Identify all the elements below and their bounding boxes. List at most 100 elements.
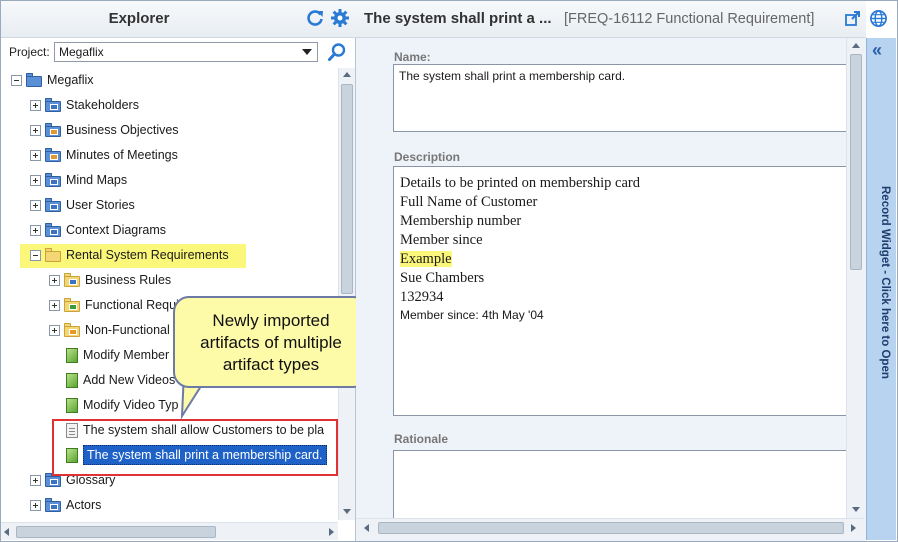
scroll-up-icon[interactable] (343, 72, 351, 77)
scroll-up-icon[interactable] (852, 43, 860, 48)
tree-item-label: Functional Requi (85, 298, 179, 312)
scroll-left-icon[interactable] (4, 528, 9, 536)
form-vertical-scrollbar[interactable] (846, 38, 864, 518)
scroll-down-icon[interactable] (343, 509, 351, 514)
description-label: Description (394, 150, 461, 164)
tree-item-label: Modify Member (83, 348, 170, 362)
project-label: Project: (9, 45, 50, 59)
tree-item-label: Minutes of Meetings (66, 148, 178, 162)
expand-icon[interactable] (49, 324, 60, 336)
refresh-icon[interactable] (305, 8, 325, 28)
description-field[interactable]: Details to be printed on membership card… (393, 166, 847, 416)
project-select-value: Megaflix (59, 45, 104, 59)
scroll-thumb[interactable] (16, 526, 216, 538)
tree-item-modify-video-type[interactable]: Modify Video Typ (66, 394, 178, 416)
business-rules-folder-icon (64, 273, 81, 287)
expand-icon[interactable] (30, 474, 41, 486)
tree-horizontal-scrollbar[interactable] (0, 522, 338, 540)
tree-item-business-rules[interactable]: Business Rules (49, 269, 171, 291)
tree-item-label: Add New Videos (83, 373, 176, 387)
collapse-icon[interactable] (11, 74, 22, 86)
tree-vertical-scrollbar[interactable] (338, 68, 355, 520)
tree-item-business-objectives[interactable]: Business Objectives (30, 119, 179, 141)
record-header: The system shall print a ... [FREQ-16112… (356, 0, 866, 38)
record-form: Name: The system shall print a membershi… (356, 38, 850, 530)
gear-icon[interactable] (330, 8, 350, 28)
double-chevron-left-icon[interactable]: « (872, 40, 882, 61)
tree-item-mind-maps[interactable]: Mind Maps (30, 169, 127, 191)
requirement-icon (66, 372, 78, 388)
tree-item-label: Business Objectives (66, 123, 179, 137)
expand-icon[interactable] (30, 224, 41, 236)
chevron-down-icon (302, 49, 312, 55)
tree-item-label: Non-Functional (85, 323, 170, 337)
tree-item-modify-member[interactable]: Modify Member (66, 344, 169, 366)
expand-icon[interactable] (49, 299, 60, 311)
scroll-thumb[interactable] (378, 522, 844, 534)
tree-item-label: Mind Maps (66, 173, 128, 187)
stakeholders-folder-icon (45, 98, 62, 112)
rationale-label: Rationale (394, 432, 449, 446)
search-icon[interactable] (327, 42, 347, 62)
expand-icon[interactable] (30, 174, 41, 186)
expand-icon[interactable] (30, 149, 41, 161)
functional-folder-icon (64, 298, 81, 312)
tree-item-stakeholders[interactable]: Stakeholders (30, 94, 139, 116)
tree-item-non-functional[interactable]: Non-Functional (49, 319, 170, 341)
description-line-highlighted: Example (400, 251, 452, 267)
scroll-right-icon[interactable] (329, 528, 334, 536)
record-subtitle: [FREQ-16112 Functional Requirement] (564, 11, 815, 27)
scroll-left-icon[interactable] (364, 524, 369, 532)
form-horizontal-scrollbar[interactable] (356, 518, 864, 536)
meetings-folder-icon (45, 148, 62, 162)
record-widget-strip[interactable]: « Record Widget - Click here to Open (866, 38, 896, 540)
tree-item-minutes-of-meetings[interactable]: Minutes of Meetings (30, 144, 178, 166)
name-field[interactable]: The system shall print a membership card… (393, 64, 847, 132)
scroll-right-icon[interactable] (851, 524, 856, 532)
mind-maps-folder-icon (45, 173, 62, 187)
tree-item-label: User Stories (66, 198, 135, 212)
tree-item-add-new-videos[interactable]: Add New Videos (66, 369, 175, 391)
requirement-icon (66, 347, 78, 363)
callout-line: Newly imported (212, 311, 330, 330)
non-functional-folder-icon (64, 323, 81, 337)
project-row: Project: Megaflix (0, 40, 356, 66)
scroll-thumb[interactable] (341, 84, 353, 294)
callout-line: artifacts of multiple (200, 333, 342, 352)
explorer-title: Explorer (108, 10, 170, 27)
tree-root[interactable]: Megaflix (11, 69, 94, 91)
record-title: The system shall print a ... (364, 10, 552, 27)
tree-item-functional-requirements[interactable]: Functional Requi (49, 294, 179, 316)
actors-folder-icon (45, 498, 62, 512)
tree-item-label: Rental System Requirements (66, 248, 229, 262)
expand-icon[interactable] (30, 99, 41, 111)
context-diagrams-folder-icon (45, 223, 62, 237)
description-line: Membership number (400, 213, 522, 229)
user-stories-folder-icon (45, 198, 62, 212)
expand-icon[interactable] (30, 499, 41, 511)
globe-icon[interactable] (869, 9, 888, 28)
open-external-icon[interactable] (844, 10, 862, 28)
project-folder-icon (26, 73, 43, 87)
folder-icon (45, 248, 62, 262)
description-line: Full Name of Customer (400, 194, 538, 210)
project-select[interactable]: Megaflix (54, 42, 318, 62)
collapse-icon[interactable] (30, 249, 41, 261)
record-panel: The system shall print a ... [FREQ-16112… (356, 0, 866, 542)
tree-item-rental-system-requirements[interactable]: Rental System Requirements (30, 244, 229, 266)
scroll-thumb[interactable] (850, 54, 862, 270)
tree-item-user-stories[interactable]: User Stories (30, 194, 135, 216)
requirement-icon (66, 397, 78, 413)
scroll-down-icon[interactable] (852, 507, 860, 512)
expand-icon[interactable] (30, 124, 41, 136)
tree-item-actors[interactable]: Actors (30, 494, 101, 516)
record-widget-text: Record Widget - Click here to Open (879, 186, 891, 379)
tree-item-label: Modify Video Typ (83, 398, 179, 412)
record-widget-label[interactable]: Record Widget - Click here to Open (869, 186, 895, 396)
tree-item-label: Business Rules (85, 273, 172, 287)
expand-icon[interactable] (30, 199, 41, 211)
business-objectives-folder-icon (45, 123, 62, 137)
tree-item-context-diagrams[interactable]: Context Diagrams (30, 219, 166, 241)
tree-item-label: Stakeholders (66, 98, 139, 112)
expand-icon[interactable] (49, 274, 60, 286)
